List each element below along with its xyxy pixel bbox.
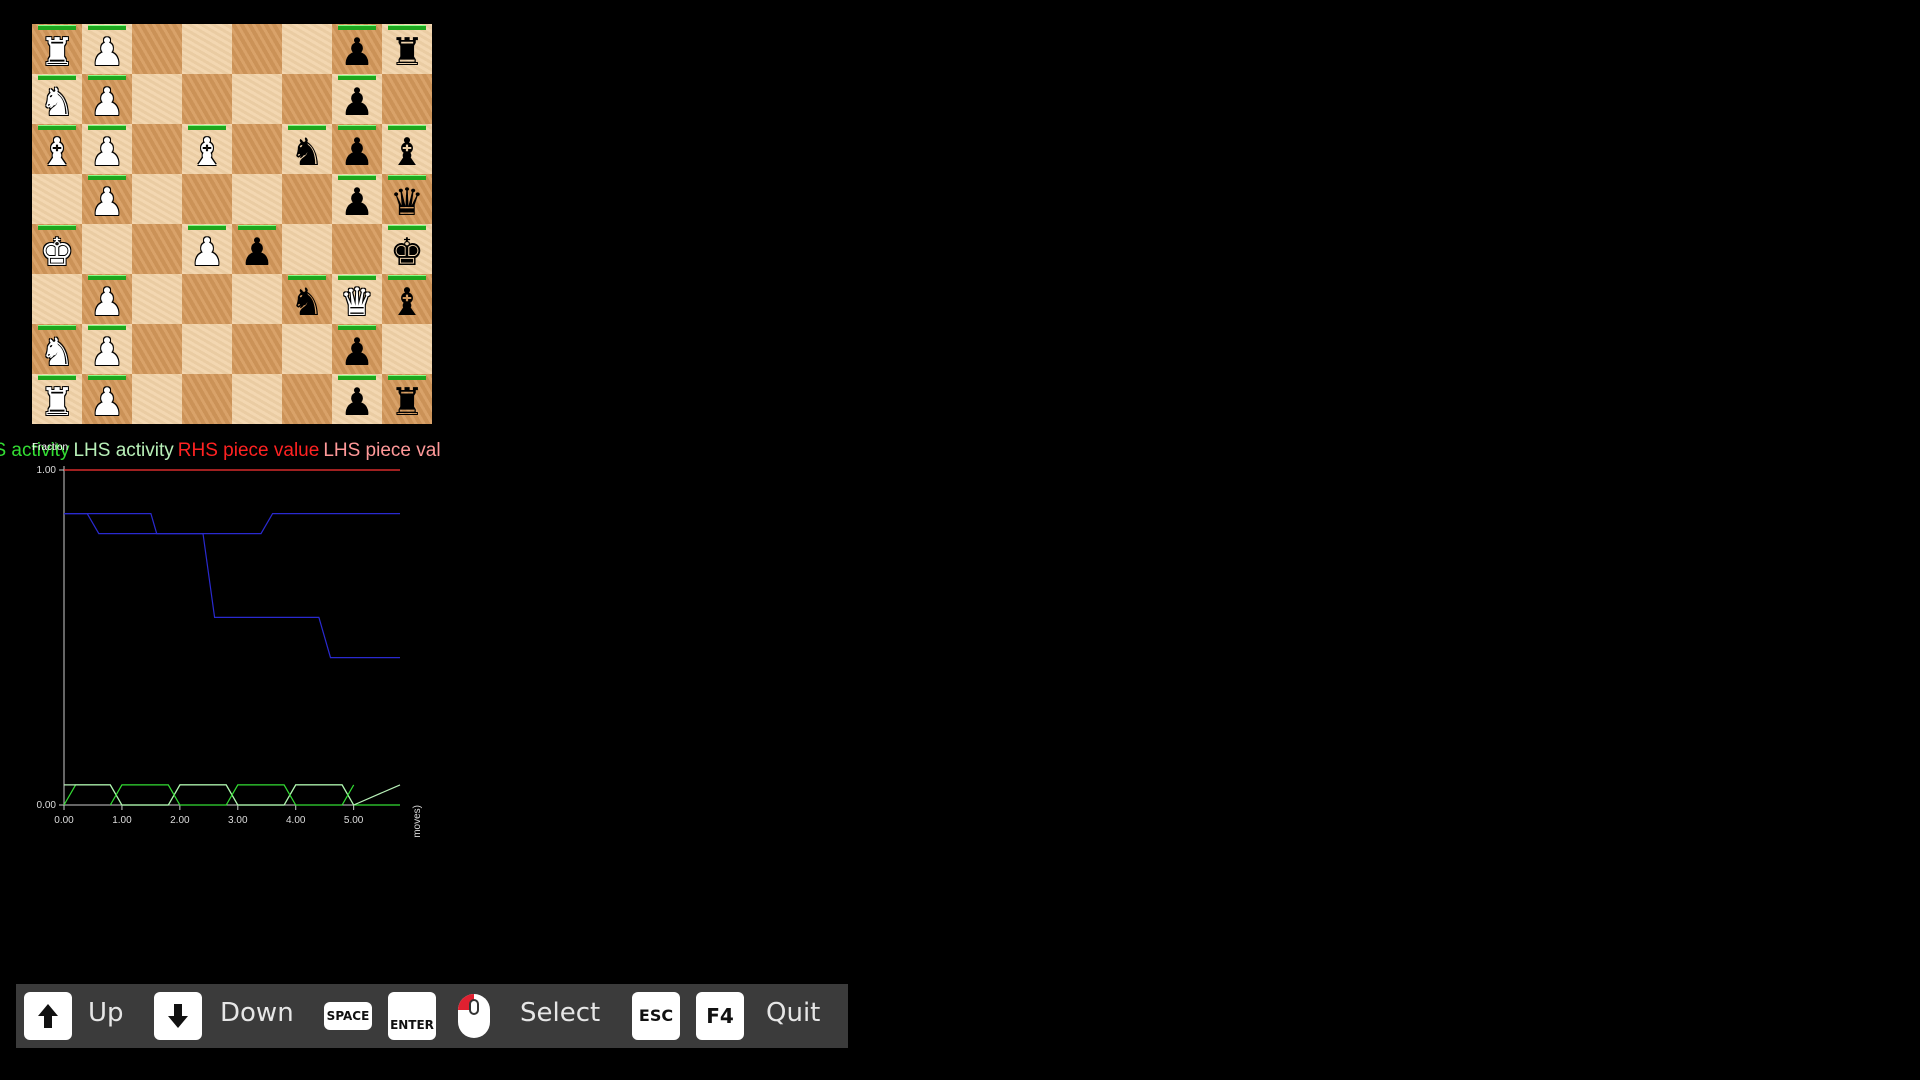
black-knight[interactable]: ♞ — [282, 127, 332, 177]
enter-key-label: ENTER — [390, 1018, 434, 1032]
white-bishop[interactable]: ♝ — [32, 127, 82, 177]
white-pawn[interactable]: ♟ — [82, 277, 132, 327]
black-knight[interactable]: ♞ — [282, 277, 332, 327]
white-king[interactable]: ♚ — [32, 227, 82, 277]
board-square[interactable] — [182, 174, 232, 224]
board-square[interactable] — [232, 324, 282, 374]
x-tick-label: 0.00 — [54, 815, 74, 826]
down-label: Down — [220, 998, 294, 1028]
white-rook[interactable]: ♜ — [32, 27, 82, 77]
y-tick-label: 0.00 — [37, 800, 57, 811]
board-square[interactable] — [132, 174, 182, 224]
board-square[interactable] — [32, 274, 82, 324]
white-knight[interactable]: ♞ — [32, 327, 82, 377]
black-pawn[interactable]: ♟ — [332, 377, 382, 427]
board-square[interactable] — [182, 274, 232, 324]
down-key[interactable] — [154, 992, 202, 1040]
board-square[interactable] — [132, 324, 182, 374]
chess-board[interactable]: ♜ ♟ ♟ ♜ ♞ ♟ ♟ ♝ ♟ ♝ ♞ ♟ ♝ ♟ ♟ ♛ ♚ ♟ ♟ ♚ ♟ ♞ ♛ ♝ ♞ ♟ ♟ ♜ ♟ ♟ ♜ — [32, 24, 432, 424]
x-tick-label: 4.00 — [286, 815, 306, 826]
black-pawn[interactable]: ♟ — [332, 177, 382, 227]
series-line-5 — [109, 784, 355, 806]
board-square[interactable] — [132, 124, 182, 174]
controls-bar: Up Down SPACE ENTER Select ESC F4 Quit — [16, 984, 848, 1048]
board-square[interactable] — [32, 174, 82, 224]
white-pawn[interactable]: ♟ — [82, 377, 132, 427]
black-king[interactable]: ♚ — [382, 227, 432, 277]
f4-key[interactable]: F4 — [696, 992, 744, 1040]
x-tick-label: 1.00 — [112, 815, 132, 826]
arrow-up-icon — [38, 1004, 58, 1028]
black-rook[interactable]: ♜ — [382, 27, 432, 77]
white-knight[interactable]: ♞ — [32, 77, 82, 127]
board-square[interactable] — [182, 74, 232, 124]
black-pawn[interactable]: ♟ — [332, 77, 382, 127]
white-pawn[interactable]: ♟ — [82, 127, 132, 177]
space-key-label: SPACE — [326, 1009, 370, 1023]
f4-key-label: F4 — [706, 1004, 734, 1028]
white-pawn[interactable]: ♟ — [82, 177, 132, 227]
black-rook[interactable]: ♜ — [382, 377, 432, 427]
board-square[interactable] — [182, 374, 232, 424]
board-square[interactable] — [382, 74, 432, 124]
board-square[interactable] — [182, 24, 232, 74]
board-square[interactable] — [82, 224, 132, 274]
black-pawn[interactable]: ♟ — [332, 27, 382, 77]
esc-key[interactable]: ESC — [632, 992, 680, 1040]
x-tick-label: 5.00 — [344, 815, 364, 826]
white-rook[interactable]: ♜ — [32, 377, 82, 427]
white-pawn[interactable]: ♟ — [182, 227, 232, 277]
series-line-2 — [64, 512, 400, 659]
x-tick-label: 2.00 — [170, 815, 190, 826]
quit-label: Quit — [766, 998, 821, 1028]
board-square[interactable] — [132, 74, 182, 124]
board-square[interactable] — [232, 24, 282, 74]
board-square[interactable] — [282, 24, 332, 74]
board-square[interactable] — [132, 24, 182, 74]
mouse-icon — [456, 992, 492, 1040]
board-square[interactable] — [332, 224, 382, 274]
enter-key[interactable]: ENTER — [388, 992, 436, 1040]
esc-key-label: ESC — [638, 1006, 674, 1025]
board-square[interactable] — [382, 324, 432, 374]
black-pawn[interactable]: ♟ — [332, 127, 382, 177]
board-square[interactable] — [282, 374, 332, 424]
space-key[interactable]: SPACE — [324, 1002, 372, 1030]
board-square[interactable] — [232, 274, 282, 324]
black-pawn[interactable]: ♟ — [332, 327, 382, 377]
black-queen[interactable]: ♛ — [382, 177, 432, 227]
series-line-1 — [64, 512, 400, 535]
up-label: Up — [88, 998, 124, 1028]
arrow-down-icon — [168, 1004, 188, 1028]
select-label: Select — [520, 998, 601, 1028]
x-axis-label: Time (chess moves) — [412, 805, 423, 840]
board-square[interactable] — [232, 174, 282, 224]
board-square[interactable] — [132, 374, 182, 424]
board-square[interactable] — [282, 224, 332, 274]
board-square[interactable] — [232, 124, 282, 174]
board-square[interactable] — [282, 324, 332, 374]
board-square[interactable] — [232, 74, 282, 124]
white-pawn[interactable]: ♟ — [82, 27, 132, 77]
white-bishop[interactable]: ♝ — [182, 127, 232, 177]
board-square[interactable] — [282, 74, 332, 124]
y-tick-label: 1.00 — [37, 465, 57, 476]
up-key[interactable] — [24, 992, 72, 1040]
white-pawn[interactable]: ♟ — [82, 327, 132, 377]
black-bishop[interactable]: ♝ — [382, 277, 432, 327]
x-tick-label: 3.00 — [228, 815, 248, 826]
white-queen[interactable]: ♛ — [332, 277, 382, 327]
black-pawn[interactable]: ♟ — [232, 227, 282, 277]
board-square[interactable] — [232, 374, 282, 424]
board-square[interactable] — [132, 224, 182, 274]
black-bishop[interactable]: ♝ — [382, 127, 432, 177]
activity-chart: 0.00 1.00 2.00 3.00 4.00 5.00 0.00 1.00 Fraction… — [32, 442, 423, 840]
board-square[interactable] — [182, 324, 232, 374]
board-square[interactable] — [132, 274, 182, 324]
white-pawn[interactable]: ♟ — [82, 77, 132, 127]
y-axis-label: Fraction — [32, 442, 68, 453]
board-square[interactable] — [282, 174, 332, 224]
